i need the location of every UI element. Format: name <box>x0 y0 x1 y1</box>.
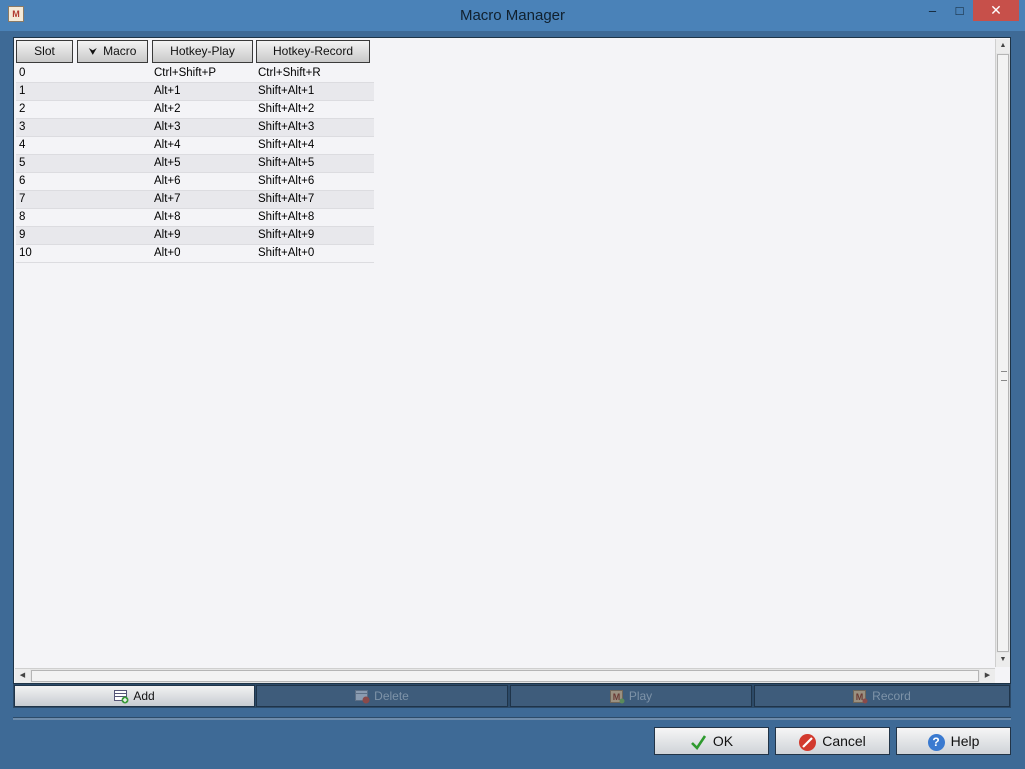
table-row[interactable]: 8 Alt+8 Shift+Alt+8 <box>16 209 374 227</box>
scroll-up-icon[interactable]: ▲ <box>996 39 1010 53</box>
cell-hotkey-play: Alt+4 <box>154 139 181 151</box>
macro-record-icon: M <box>853 689 868 704</box>
macro-grid[interactable]: Slot ⮟ Macro Hotkey-Play Hotkey-Record 0 … <box>13 37 1011 684</box>
cell-hotkey-play: Alt+5 <box>154 157 181 169</box>
cell-hotkey-record: Shift+Alt+0 <box>258 247 315 259</box>
scroll-down-icon[interactable]: ▼ <box>996 653 1010 667</box>
cell-slot: 5 <box>19 157 26 169</box>
record-label: Record <box>872 689 911 703</box>
ok-button[interactable]: OK <box>654 727 769 755</box>
table-row[interactable]: 1 Alt+1 Shift+Alt+1 <box>16 83 374 101</box>
cell-hotkey-record: Shift+Alt+2 <box>258 103 315 115</box>
scroll-right-icon[interactable]: ▶ <box>980 669 995 683</box>
table-row[interactable]: 0 Ctrl+Shift+P Ctrl+Shift+R <box>16 65 374 83</box>
cell-slot: 6 <box>19 175 26 187</box>
cell-hotkey-record: Shift+Alt+7 <box>258 193 315 205</box>
add-table-icon <box>114 689 129 704</box>
help-icon: ? <box>927 733 945 751</box>
play-button[interactable]: M Play <box>510 685 752 707</box>
cell-hotkey-play: Alt+2 <box>154 103 181 115</box>
cell-hotkey-play: Alt+9 <box>154 229 181 241</box>
column-header-slot[interactable]: Slot <box>16 40 73 63</box>
grip-icon <box>1001 371 1007 381</box>
cell-hotkey-play: Ctrl+Shift+P <box>154 67 216 79</box>
cancel-icon <box>799 733 817 751</box>
close-button[interactable]: ✕ <box>973 0 1019 21</box>
play-label: Play <box>628 689 653 703</box>
svg-text:M: M <box>856 692 864 702</box>
scroll-left-icon[interactable]: ◀ <box>15 669 30 683</box>
cell-hotkey-play: Alt+6 <box>154 175 181 187</box>
table-row[interactable]: 2 Alt+2 Shift+Alt+2 <box>16 101 374 119</box>
cell-hotkey-play: Alt+1 <box>154 85 181 97</box>
horizontal-scrollbar[interactable]: ◀ ▶ <box>15 668 995 683</box>
macro-play-icon: M <box>609 689 625 704</box>
action-toolbar: Add Delete M Play M Record <box>13 684 1011 708</box>
horizontal-scroll-thumb[interactable] <box>31 670 979 682</box>
help-button[interactable]: ? Help <box>896 727 1011 755</box>
add-button[interactable]: Add <box>14 685 255 707</box>
title-bar[interactable]: M Macro Manager – □ ✕ <box>0 0 1025 31</box>
add-label: Add <box>133 689 155 703</box>
record-button[interactable]: M Record <box>754 685 1010 707</box>
cell-slot: 0 <box>19 67 26 79</box>
cancel-label: Cancel <box>822 733 866 749</box>
delete-table-icon <box>355 689 370 704</box>
maximize-button[interactable]: □ <box>946 0 973 21</box>
divider <box>13 717 1011 720</box>
column-header-macro-label: Macro <box>103 44 137 58</box>
cell-slot: 7 <box>19 193 26 205</box>
table-row[interactable]: 6 Alt+6 Shift+Alt+6 <box>16 173 374 191</box>
sort-desc-icon: ⮟ <box>88 47 98 58</box>
cell-hotkey-record: Shift+Alt+6 <box>258 175 315 187</box>
cell-hotkey-play: Alt+3 <box>154 121 181 133</box>
table-row[interactable]: 10 Alt+0 Shift+Alt+0 <box>16 245 374 263</box>
cell-slot: 9 <box>19 229 26 241</box>
checkmark-icon <box>690 734 707 751</box>
cell-slot: 3 <box>19 121 26 133</box>
delete-label: Delete <box>374 689 409 703</box>
minimize-button[interactable]: – <box>919 0 946 21</box>
cell-slot: 10 <box>19 247 32 259</box>
cell-slot: 4 <box>19 139 26 151</box>
cell-hotkey-play: Alt+8 <box>154 211 181 223</box>
vertical-scrollbar[interactable]: ▲ ▼ <box>995 39 1010 667</box>
cell-hotkey-record: Shift+Alt+8 <box>258 211 315 223</box>
cell-hotkey-record: Shift+Alt+4 <box>258 139 315 151</box>
column-header-hotkey-record[interactable]: Hotkey-Record <box>256 40 370 63</box>
ok-label: OK <box>712 733 734 749</box>
vertical-scroll-thumb[interactable] <box>997 54 1009 652</box>
cell-hotkey-record: Ctrl+Shift+R <box>258 67 321 79</box>
table-row[interactable]: 9 Alt+9 Shift+Alt+9 <box>16 227 374 245</box>
grid-rows: 0 Ctrl+Shift+P Ctrl+Shift+R 1 Alt+1 Shif… <box>16 65 374 263</box>
column-header-macro[interactable]: ⮟ Macro <box>77 40 148 63</box>
window-title: Macro Manager <box>459 7 566 24</box>
cancel-button[interactable]: Cancel <box>775 727 890 755</box>
table-row[interactable]: 5 Alt+5 Shift+Alt+5 <box>16 155 374 173</box>
table-row[interactable]: 4 Alt+4 Shift+Alt+4 <box>16 137 374 155</box>
cell-hotkey-record: Shift+Alt+1 <box>258 85 315 97</box>
cell-slot: 1 <box>19 85 26 97</box>
cell-hotkey-record: Shift+Alt+9 <box>258 229 315 241</box>
cell-slot: 8 <box>19 211 26 223</box>
cell-slot: 2 <box>19 103 26 115</box>
table-row[interactable]: 7 Alt+7 Shift+Alt+7 <box>16 191 374 209</box>
cell-hotkey-record: Shift+Alt+5 <box>258 157 315 169</box>
column-header-hotkey-play[interactable]: Hotkey-Play <box>152 40 253 63</box>
cell-hotkey-record: Shift+Alt+3 <box>258 121 315 133</box>
cell-hotkey-play: Alt+0 <box>154 247 181 259</box>
svg-text:M: M <box>613 692 621 702</box>
table-row[interactable]: 3 Alt+3 Shift+Alt+3 <box>16 119 374 137</box>
cell-hotkey-play: Alt+7 <box>154 193 181 205</box>
help-label: Help <box>950 733 980 749</box>
delete-button[interactable]: Delete <box>256 685 508 707</box>
